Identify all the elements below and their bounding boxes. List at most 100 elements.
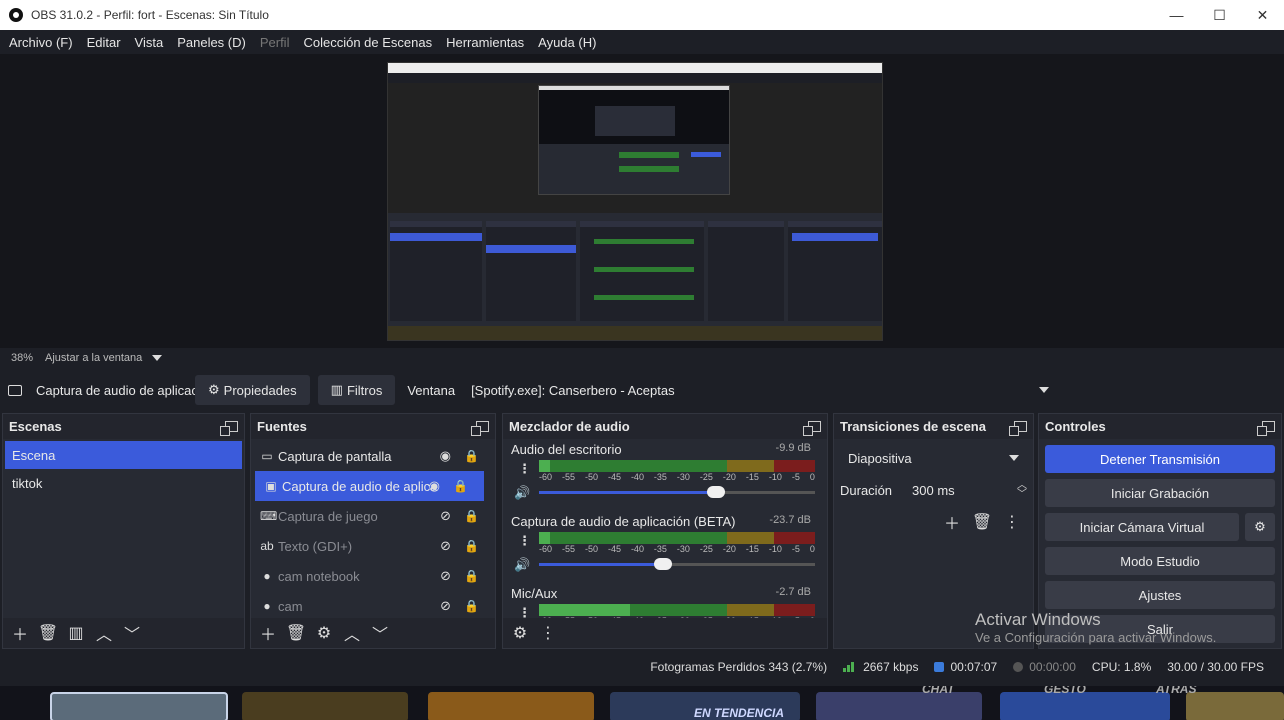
studio-mode-button[interactable]: Modo Estudio [1045,547,1275,575]
filters-button[interactable]: ▥ Filtros [317,375,396,405]
stream-icon [934,662,945,672]
app-audio-icon: ▣ [265,479,277,493]
close-button[interactable]: ✕ [1241,0,1284,30]
volume-slider[interactable] [539,491,716,494]
lock-icon[interactable]: 🔒 [453,479,468,493]
zoom-level: 38% [11,352,34,364]
add-icon[interactable]: ＋ [941,511,963,533]
more-options-icon[interactable]: ⋮ [518,461,531,477]
undock-icon[interactable] [471,421,489,436]
eye-hidden-icon[interactable]: ⊘ [440,508,451,524]
level-meter [539,532,815,544]
window-select[interactable]: [Spotify.exe]: Canserbero - Aceptas [469,375,1060,405]
scenes-header: Escenas [3,414,244,439]
lock-icon[interactable]: 🔒 [464,599,479,613]
thumbnail-tile [50,692,228,720]
meter-tick: 0 [809,472,815,482]
menu-coleccion-escenas[interactable]: Colección de Escenas [296,35,439,50]
meter-tick: -30 [676,472,690,482]
mixer-channel: Audio del escritorio -9.9 dB ⋮ -60 -55 -50 -45… [503,439,827,511]
move-down-icon[interactable]: ﹀ [121,622,143,644]
channel-db: -2.7 dB [775,586,811,598]
move-up-icon[interactable]: ︿ [341,622,363,644]
zoom-dropdown-icon[interactable] [152,355,163,361]
thumbnail-tile [242,692,408,720]
menu-archivo[interactable]: Archivo (F) [2,35,80,50]
level-meter [539,604,815,616]
stepper-icon[interactable]: ︿ ﹀ [1017,481,1027,500]
volume-handle[interactable] [707,486,725,498]
more-options-icon[interactable]: ⋮ [518,533,531,549]
undock-icon[interactable] [220,421,238,436]
undock-icon[interactable] [803,421,821,436]
sources-header: Fuentes [251,414,495,439]
trash-icon[interactable]: 🗑 [37,622,59,644]
menu-herramientas[interactable]: Herramientas [439,35,531,50]
lock-icon[interactable]: 🔒 [464,569,479,583]
filter-icon[interactable]: ▥ [65,622,87,644]
preview-canvas[interactable] [387,62,883,341]
start-virtual-camera-button[interactable]: Iniciar Cámara Virtual [1045,513,1239,541]
menu-paneles[interactable]: Paneles (D) [170,35,253,50]
maximize-button[interactable]: ☐ [1198,0,1241,30]
minimize-button[interactable]: — [1155,0,1198,30]
menu-ayuda[interactable]: Ayuda (H) [531,35,603,50]
menu-vista[interactable]: Vista [128,35,171,50]
eye-hidden-icon[interactable]: ⊘ [440,598,451,614]
source-item[interactable]: ▣ Captura de audio de aplicación ◉ 🔒 [255,471,484,501]
move-down-icon[interactable]: ﹀ [369,622,391,644]
more-options-icon[interactable]: ⋮ [537,622,559,644]
thumbnail-tile [816,692,982,720]
controls-header: Controles [1039,414,1281,439]
meter-level [539,532,551,544]
volume-slider[interactable] [539,563,663,566]
start-recording-button[interactable]: Iniciar Grabación [1045,479,1275,507]
scene-item[interactable]: Escena [5,441,242,469]
eye-hidden-icon[interactable]: ⊘ [440,538,451,554]
window-label: Ventana [407,382,456,398]
eye-icon[interactable]: ◉ [429,478,440,494]
source-item[interactable]: ab Texto (GDI+) ⊘ 🔒 [251,531,495,561]
channel-db: -9.9 dB [775,442,811,454]
channel-db: -23.7 dB [769,514,811,526]
fit-window-label[interactable]: Ajustar a la ventana [45,352,142,364]
gear-icon[interactable]: ⚙ [313,622,335,644]
add-icon[interactable]: ＋ [9,622,31,644]
lock-icon[interactable]: 🔒 [464,449,479,463]
menu-editar[interactable]: Editar [80,35,128,50]
menu-bar: Archivo (F) Editar Vista Paneles (D) Per… [0,30,1284,54]
lock-icon[interactable]: 🔒 [464,539,479,553]
stop-stream-button[interactable]: Detener Transmisión [1045,445,1275,473]
eye-hidden-icon[interactable]: ⊘ [440,568,451,584]
properties-button[interactable]: ⚙ Propiedades [195,375,310,405]
eye-icon[interactable]: ◉ [440,448,451,464]
record-time: 00:00:00 [1013,660,1076,674]
more-options-icon[interactable]: ⋮ [1001,511,1023,533]
speaker-icon[interactable]: 🔊 [514,557,530,573]
gear-icon[interactable]: ⚙ [509,622,531,644]
meter-tick: -10 [768,472,782,482]
lock-icon[interactable]: 🔒 [464,509,479,523]
add-icon[interactable]: ＋ [257,622,279,644]
volume-handle[interactable] [654,558,672,570]
virtual-camera-settings-button[interactable]: ⚙ [1245,513,1275,541]
undock-icon[interactable] [1009,421,1027,436]
source-item[interactable]: ▭ Captura de pantalla ◉ 🔒 [251,441,495,471]
monitor-icon: ▭ [261,449,273,463]
transition-select[interactable]: Diapositiva [840,445,1027,471]
move-up-icon[interactable]: ︿ [93,622,115,644]
trash-icon[interactable]: 🗑 [971,511,993,533]
scene-item[interactable]: tiktok [5,469,242,497]
duration-input[interactable]: 300 ms [906,477,1016,503]
settings-button[interactable]: Ajustes [1045,581,1275,609]
source-item[interactable]: ⌨ Captura de juego ⊘ 🔒 [251,501,495,531]
source-item[interactable]: ● cam notebook ⊘ 🔒 [251,561,495,591]
mixer-channel: Captura de audio de aplicación (BETA) -23… [503,511,827,583]
speaker-icon[interactable]: 🔊 [514,485,530,501]
meter-tick: -40 [630,472,644,482]
source-item[interactable]: ● cam ⊘ 🔒 [251,591,495,621]
trash-icon[interactable]: 🗑 [285,622,307,644]
window-controls: — ☐ ✕ [1155,0,1284,30]
obs-logo-icon [9,8,23,22]
undock-icon[interactable] [1257,421,1275,436]
